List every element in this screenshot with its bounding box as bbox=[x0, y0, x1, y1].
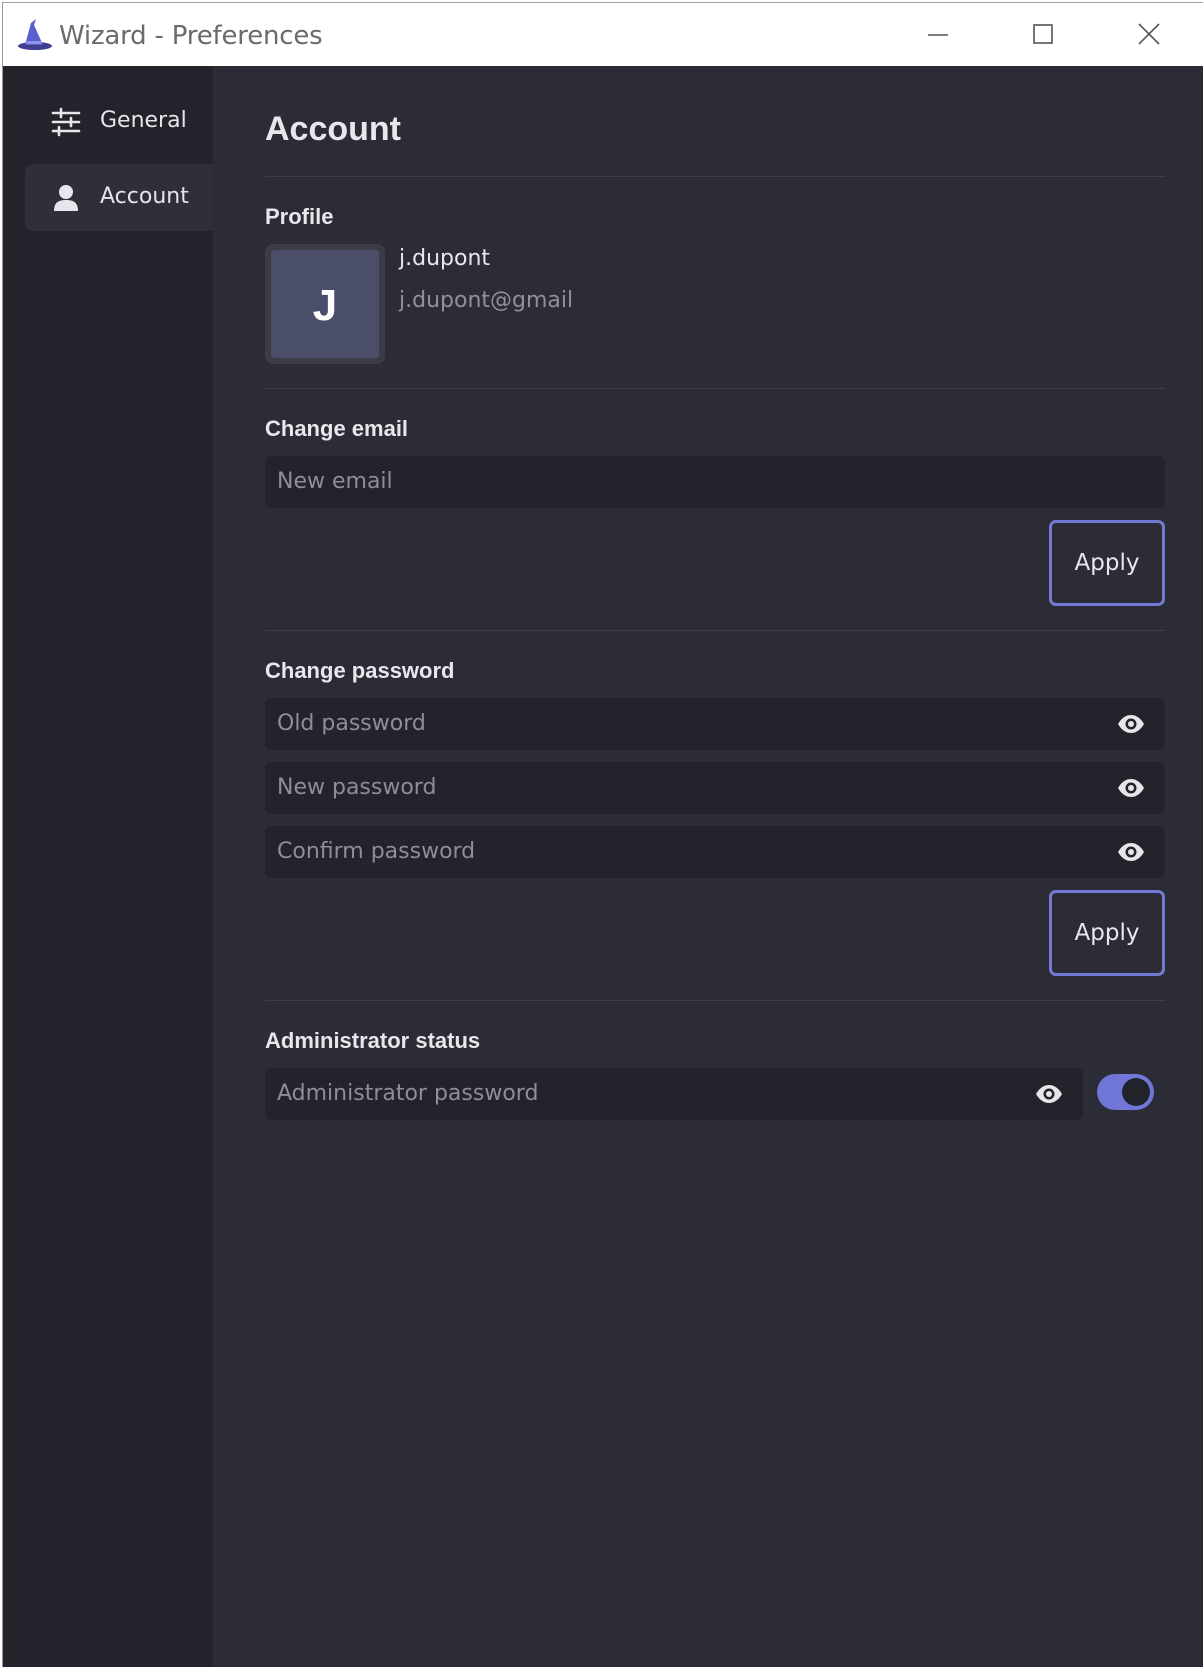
new-password-input[interactable]: New password bbox=[265, 762, 1165, 814]
confirm-password-input[interactable]: Confirm password bbox=[265, 826, 1165, 878]
sliders-icon bbox=[51, 107, 81, 137]
sidebar-item-label: Account bbox=[100, 184, 189, 209]
apply-password-button[interactable]: Apply bbox=[1049, 890, 1165, 976]
sidebar-item-general[interactable]: General bbox=[25, 88, 213, 155]
title-bar[interactable]: Wizard - Preferences bbox=[3, 2, 1203, 66]
sidebar-item-label: General bbox=[100, 108, 187, 133]
wizard-hat-icon bbox=[18, 19, 52, 50]
new-email-input[interactable]: New email bbox=[265, 456, 1165, 508]
sidebar-item-account[interactable]: Account bbox=[25, 164, 213, 231]
apply-email-button[interactable]: Apply bbox=[1049, 520, 1165, 606]
page-title: Account bbox=[265, 110, 401, 148]
user-icon bbox=[54, 185, 78, 211]
minimize-icon[interactable] bbox=[915, 17, 961, 53]
divider bbox=[265, 176, 1165, 177]
new-email-placeholder: New email bbox=[277, 469, 393, 494]
old-password-placeholder: Old password bbox=[277, 711, 426, 736]
preferences-window: Wizard - Preferences General Account Acc… bbox=[2, 2, 1203, 1667]
old-password-input[interactable]: Old password bbox=[265, 698, 1165, 750]
divider bbox=[265, 630, 1165, 631]
profile-section-title: Profile bbox=[265, 204, 334, 229]
admin-section-title: Administrator status bbox=[265, 1028, 481, 1053]
admin-password-input[interactable]: Administrator password bbox=[265, 1068, 1083, 1120]
divider bbox=[265, 1000, 1165, 1001]
new-password-placeholder: New password bbox=[277, 775, 437, 800]
profile-username: j.dupont bbox=[399, 246, 491, 271]
sidebar: General Account bbox=[3, 66, 213, 1667]
change-password-section-title: Change password bbox=[265, 658, 455, 683]
admin-toggle[interactable] bbox=[1097, 1074, 1154, 1110]
window-title: Wizard - Preferences bbox=[59, 21, 323, 51]
admin-password-placeholder: Administrator password bbox=[277, 1081, 539, 1106]
eye-icon[interactable] bbox=[1035, 1082, 1063, 1106]
maximize-icon[interactable] bbox=[1020, 17, 1066, 53]
confirm-password-placeholder: Confirm password bbox=[277, 839, 476, 864]
avatar-initial: J bbox=[271, 250, 379, 358]
divider bbox=[265, 388, 1165, 389]
profile-email: j.dupont@gmail bbox=[399, 288, 574, 313]
toggle-knob bbox=[1122, 1078, 1150, 1106]
eye-icon[interactable] bbox=[1117, 776, 1145, 800]
avatar[interactable]: J bbox=[265, 244, 385, 364]
eye-icon[interactable] bbox=[1117, 840, 1145, 864]
eye-icon[interactable] bbox=[1117, 712, 1145, 736]
change-email-section-title: Change email bbox=[265, 416, 409, 441]
close-icon[interactable] bbox=[1126, 17, 1172, 53]
